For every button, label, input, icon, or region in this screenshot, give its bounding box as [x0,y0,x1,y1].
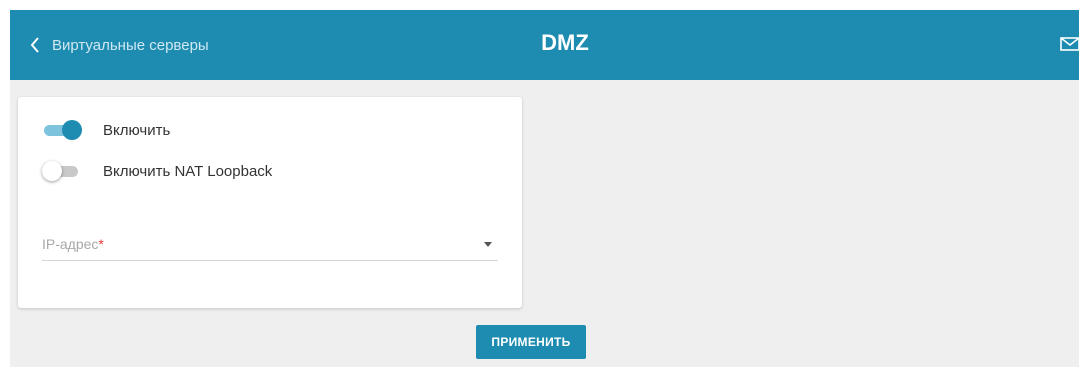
dropdown-arrow-icon [484,242,492,247]
apply-button[interactable]: ПРИМЕНИТЬ [476,325,586,359]
nat-loopback-toggle[interactable] [42,161,82,181]
back-link[interactable]: Виртуальные серверы [30,31,209,59]
required-mark: * [98,236,104,252]
toggle-knob [42,161,62,181]
chevron-left-icon [30,37,40,53]
back-link-label: Виртуальные серверы [52,36,209,54]
nat-loopback-label: Включить NAT Loopback [103,162,273,180]
page: Виртуальные серверы DMZ Включить Включит… [10,10,1079,367]
enable-toggle-row[interactable]: Включить [42,117,170,143]
ip-address-placeholder: IP-адрес* [42,236,104,252]
top-bar: Виртуальные серверы DMZ [10,10,1079,80]
ip-address-placeholder-text: IP-адрес [42,236,99,252]
nat-loopback-toggle-row[interactable]: Включить NAT Loopback [42,158,272,184]
enable-toggle[interactable] [42,120,82,140]
enable-label: Включить [103,121,171,139]
ip-address-select[interactable]: IP-адрес* [42,230,498,261]
dmz-settings-card: Включить Включить NAT Loopback IP-адрес* [18,97,522,308]
mail-icon[interactable] [1060,36,1079,57]
page-title: DMZ [541,30,589,55]
toggle-knob [62,120,82,140]
